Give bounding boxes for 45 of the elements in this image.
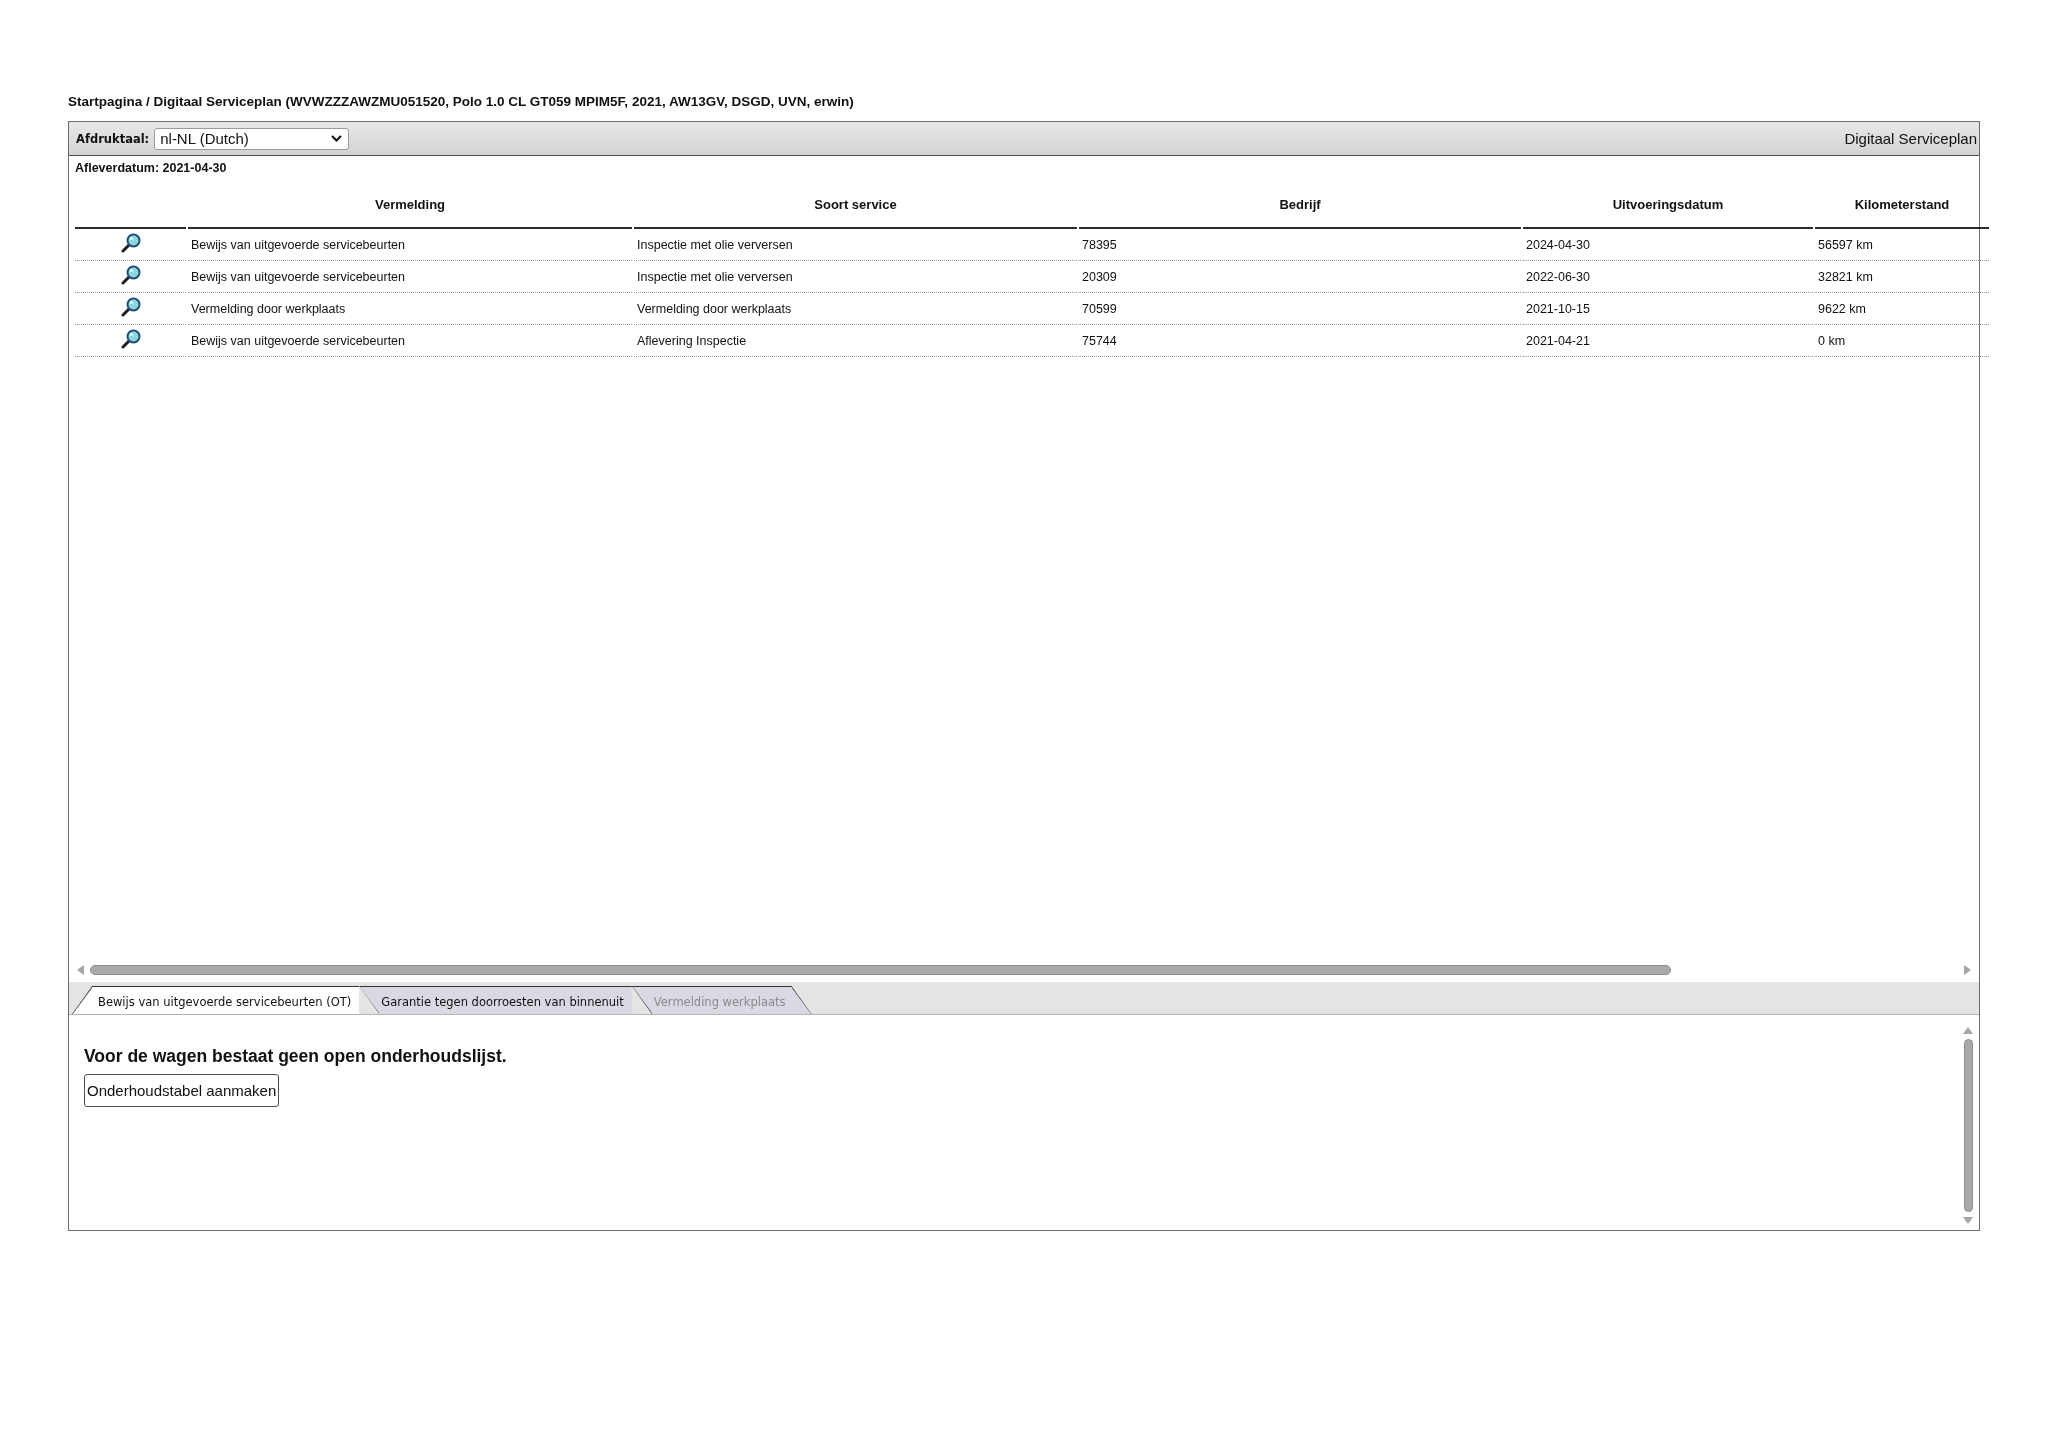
magnifier-icon[interactable] xyxy=(120,296,141,317)
table-cell: 20309 xyxy=(1079,261,1521,293)
scroll-right-icon[interactable] xyxy=(1964,965,1971,975)
table-cell: Bewijs van uitgevoerde servicebeurten xyxy=(188,229,632,261)
language-label: Afdruktaal: xyxy=(76,131,150,146)
table-cell: 70599 xyxy=(1079,293,1521,325)
table-cell: 56597 km xyxy=(1815,229,1989,261)
language-select[interactable]: nl-NL (Dutch) xyxy=(154,127,350,150)
column-header: Soort service xyxy=(634,177,1077,229)
panel-title: Digitaal Serviceplan xyxy=(1844,130,1977,147)
breadcrumb: Startpagina / Digitaal Serviceplan (WVWZZZAWZMU051520, Polo 1.0 CL GT059 MPIM5F, 2021, AW13GV, DSGD, UVN, erwin) xyxy=(68,94,854,110)
magnifier-icon[interactable] xyxy=(120,264,141,285)
tab[interactable]: Garantie tegen doorroesten van binnenuit xyxy=(359,986,632,1014)
scroll-up-icon[interactable] xyxy=(1963,1027,1973,1034)
table-cell: 0 km xyxy=(1815,325,1989,357)
delivery-date: Afleverdatum: 2021-04-30 xyxy=(75,160,227,177)
table-cell: 2024-04-30 xyxy=(1523,229,1813,261)
magnifier-icon[interactable] xyxy=(120,232,141,253)
tab[interactable]: Bewijs van uitgevoerde servicebeurten (OT) xyxy=(72,986,360,1014)
column-header: Uitvoeringsdatum xyxy=(1523,177,1813,229)
table-cell: 9622 km xyxy=(1815,293,1989,325)
scroll-left-icon[interactable] xyxy=(77,965,84,975)
table-cell: Bewijs van uitgevoerde servicebeurten xyxy=(188,261,632,293)
column-header: Vermelding xyxy=(188,177,632,229)
table-cell: Aflevering Inspectie xyxy=(634,325,1077,357)
table-cell: Inspectie met olie verversen xyxy=(634,229,1077,261)
table-cell: 2022-06-30 xyxy=(1523,261,1813,293)
column-header: Bedrijf xyxy=(1079,177,1521,229)
scroll-down-icon[interactable] xyxy=(1963,1217,1973,1224)
table-cell: 78395 xyxy=(1079,229,1521,261)
table-cell: Vermelding door werkplaats xyxy=(188,293,632,325)
scrollbar-thumb[interactable] xyxy=(90,965,1671,975)
column-header: Kilometerstand xyxy=(1815,177,1989,229)
table-cell: Bewijs van uitgevoerde servicebeurten xyxy=(188,325,632,357)
create-table-button[interactable]: Onderhoudstabel aanmaken xyxy=(84,1074,280,1107)
table-cell: 2021-04-21 xyxy=(1523,325,1813,357)
table-cell: Inspectie met olie verversen xyxy=(634,261,1077,293)
scrollbar-thumb[interactable] xyxy=(1963,1039,1973,1212)
empty-message: Voor de wagen bestaat geen open onderhoudslijst. xyxy=(84,1045,507,1067)
table-cell: 32821 km xyxy=(1815,261,1989,293)
chevron-down-icon xyxy=(331,135,343,142)
table-cell: Vermelding door werkplaats xyxy=(634,293,1077,325)
table-cell: 2021-10-15 xyxy=(1523,293,1813,325)
table-cell: 75744 xyxy=(1079,325,1521,357)
magnifier-icon[interactable] xyxy=(120,328,141,349)
